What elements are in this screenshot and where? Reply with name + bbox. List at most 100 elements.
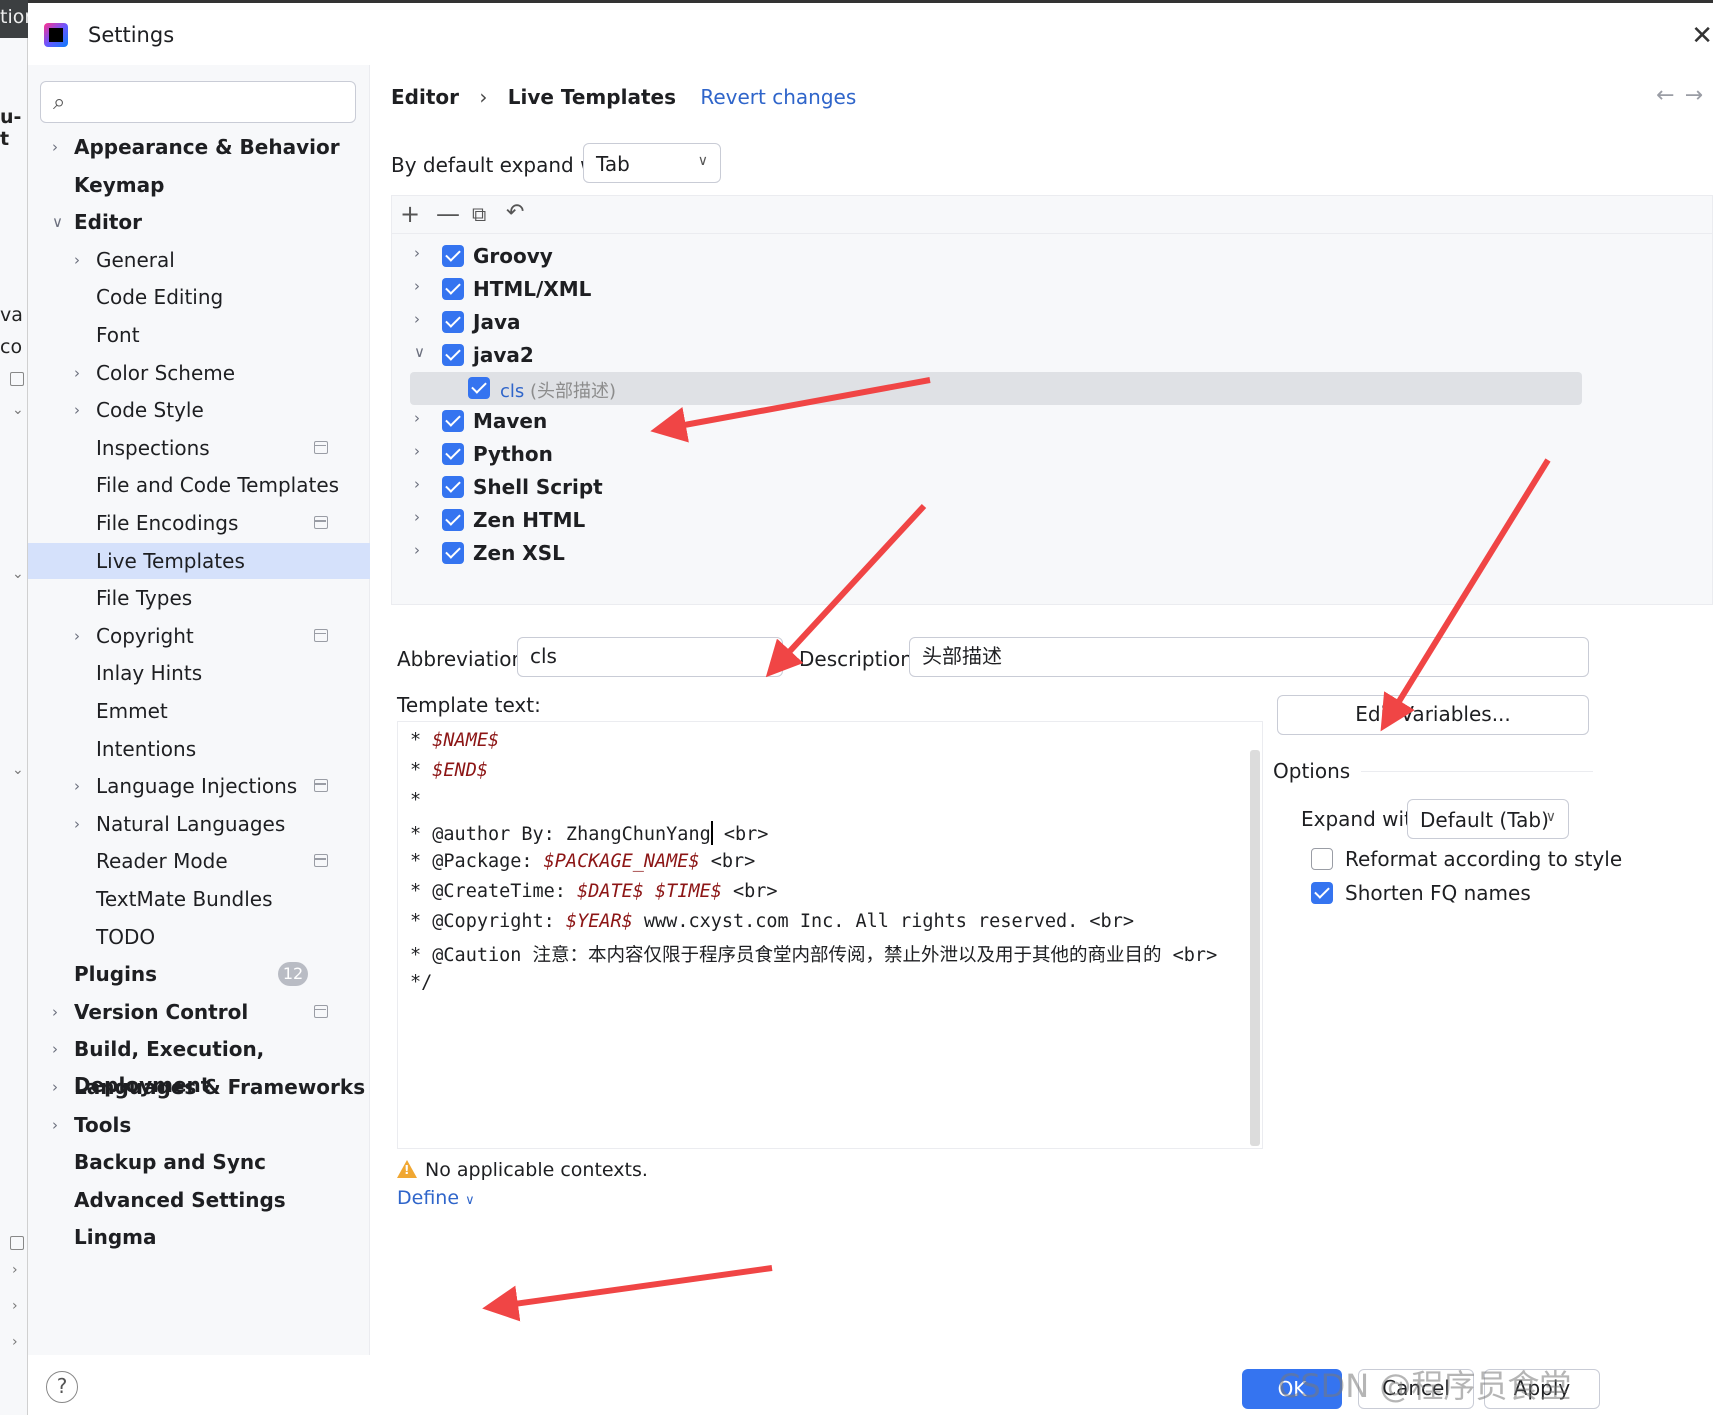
search-input[interactable]: ⌕ (40, 81, 356, 123)
chevron-down-icon[interactable]: ∨ (414, 343, 425, 361)
reformat-label: Reformat according to style (1345, 847, 1623, 871)
sidebar-item[interactable]: Live Templates (28, 542, 370, 579)
chevron-right-icon[interactable]: › (414, 442, 420, 460)
chevron-right-icon[interactable]: › (74, 806, 80, 842)
sidebar-item[interactable]: Code Editing (28, 279, 370, 315)
sidebar-item[interactable]: Inlay Hints (28, 655, 370, 691)
sidebar-item[interactable]: › Copyright (28, 618, 370, 654)
chevron-right-icon[interactable]: › (52, 1031, 58, 1067)
sidebar-item[interactable]: Font (28, 317, 370, 353)
code-text: * @author By: ZhangChunYang (410, 823, 711, 845)
sidebar-item[interactable]: › Natural Languages (28, 806, 370, 842)
back-arrow-icon[interactable]: ← (1656, 83, 1684, 108)
copy-icon[interactable]: ⧉ (472, 202, 486, 226)
sidebar-item[interactable]: TextMate Bundles (28, 881, 370, 917)
sidebar-item[interactable]: File Encodings (28, 505, 370, 541)
chevron-right-icon[interactable]: › (414, 277, 420, 295)
chevron-right-icon[interactable]: › (52, 994, 58, 1030)
template-group[interactable]: › HTML/XML (392, 273, 1712, 306)
template-group-checkbox[interactable] (442, 278, 464, 300)
template-group-checkbox[interactable] (442, 443, 464, 465)
chevron-right-icon[interactable]: › (74, 355, 80, 391)
template-group[interactable]: › Groovy (392, 240, 1712, 273)
expand-with-value: Default (Tab) (1420, 808, 1549, 832)
chevron-right-icon[interactable]: › (414, 508, 420, 526)
add-icon[interactable]: + (400, 200, 420, 228)
template-group[interactable]: › Zen XSL (392, 537, 1712, 570)
chevron-right-icon[interactable]: › (414, 244, 420, 262)
description-field[interactable]: 头部描述 (909, 637, 1589, 677)
template-group[interactable]: › Java (392, 306, 1712, 339)
help-button[interactable]: ? (46, 1371, 78, 1403)
sidebar-item[interactable]: File and Code Templates (28, 467, 370, 503)
sidebar-item[interactable]: › Appearance & Behavior (28, 129, 370, 165)
chevron-right-icon[interactable]: › (52, 1107, 58, 1143)
restore-icon[interactable]: ↶ (506, 200, 524, 225)
remove-icon[interactable]: — (436, 200, 460, 228)
sidebar-item[interactable]: ∨ Editor (28, 204, 370, 240)
breadcrumb-editor[interactable]: Editor (391, 85, 459, 109)
reformat-checkbox[interactable] (1311, 848, 1333, 870)
forward-arrow-icon[interactable]: → (1685, 83, 1713, 108)
sidebar-item[interactable]: › Language Injections (28, 768, 370, 804)
sidebar-item[interactable]: › General (28, 242, 370, 278)
sidebar-item[interactable]: Lingma (28, 1219, 370, 1255)
chevron-right-icon[interactable]: › (74, 392, 80, 428)
sidebar-item[interactable]: Backup and Sync (28, 1144, 370, 1180)
close-icon[interactable]: ✕ (1691, 21, 1713, 51)
sidebar-item[interactable]: › Code Style (28, 392, 370, 428)
template-group[interactable]: › Python (392, 438, 1712, 471)
template-row-selected[interactable]: cls (头部描述) (410, 372, 1582, 405)
sidebar-item[interactable]: Intentions (28, 731, 370, 767)
background-window-strip: tior u-t va co ⌄ ⌄ ⌄ › › › (0, 0, 32, 1415)
sidebar-item-label: Intentions (96, 736, 197, 761)
chevron-right-icon[interactable]: › (74, 242, 80, 278)
sidebar-item[interactable]: Reader Mode (28, 843, 370, 879)
chevron-right-icon[interactable]: › (52, 1069, 58, 1105)
default-expand-select[interactable]: Tab ∨ (583, 143, 721, 183)
chevron-right-icon[interactable]: › (414, 409, 420, 427)
background-text: u-t (0, 106, 22, 150)
template-group-checkbox[interactable] (442, 509, 464, 531)
template-group-checkbox[interactable] (442, 245, 464, 267)
sidebar-item-label: Language Injections (96, 774, 298, 799)
chevron-right-icon[interactable]: › (74, 768, 80, 804)
shorten-checkbox[interactable] (1311, 882, 1333, 904)
template-group-checkbox[interactable] (442, 311, 464, 333)
editor-scrollbar[interactable] (1250, 750, 1260, 1146)
sidebar-item[interactable]: › Color Scheme (28, 355, 370, 391)
chevron-right-icon[interactable]: › (414, 475, 420, 493)
template-group[interactable]: › Zen HTML (392, 504, 1712, 537)
template-checkbox[interactable] (468, 377, 490, 399)
chevron-right-icon[interactable]: › (414, 310, 420, 328)
template-group-checkbox[interactable] (442, 476, 464, 498)
sidebar-item[interactable]: Inspections (28, 430, 370, 466)
revert-changes-link[interactable]: Revert changes (700, 85, 856, 109)
template-group-checkbox[interactable] (442, 344, 464, 366)
sidebar-item[interactable]: Plugins 12 (28, 956, 370, 992)
sidebar-item[interactable]: TODO (28, 919, 370, 955)
chevron-right-icon[interactable]: › (52, 129, 58, 165)
define-link[interactable]: Define ∨ (397, 1187, 475, 1209)
sidebar-item-label: TODO (96, 924, 156, 949)
template-group-checkbox[interactable] (442, 410, 464, 432)
expand-with-select[interactable]: Default (Tab) ∨ (1407, 799, 1569, 839)
template-group[interactable]: › Maven (392, 405, 1712, 438)
sidebar-item[interactable]: › Tools (28, 1107, 370, 1143)
chevron-right-icon[interactable]: › (414, 541, 420, 559)
edit-variables-button[interactable]: Edit Variables... (1277, 695, 1589, 735)
sidebar-item[interactable]: Advanced Settings (28, 1182, 370, 1218)
sidebar-item[interactable]: › Version Control (28, 994, 370, 1030)
template-group-checkbox[interactable] (442, 542, 464, 564)
chevron-right-icon[interactable]: › (74, 618, 80, 654)
sidebar-item[interactable]: Keymap (28, 167, 370, 203)
template-group[interactable]: ∨ java2 (392, 339, 1712, 372)
sidebar-item[interactable]: Emmet (28, 693, 370, 729)
template-group[interactable]: › Shell Script (392, 471, 1712, 504)
abbreviation-field[interactable]: cls (517, 637, 783, 677)
sidebar-item[interactable]: File Types (28, 580, 370, 616)
template-text-editor[interactable]: * $NAME$ * $END$ * * @author By: ZhangChunY… (397, 721, 1263, 1149)
sidebar-item[interactable]: › Languages & Frameworks (28, 1069, 370, 1105)
sidebar-item[interactable]: › Build, Execution, Deployment (28, 1031, 370, 1097)
chevron-down-icon[interactable]: ∨ (52, 204, 63, 240)
